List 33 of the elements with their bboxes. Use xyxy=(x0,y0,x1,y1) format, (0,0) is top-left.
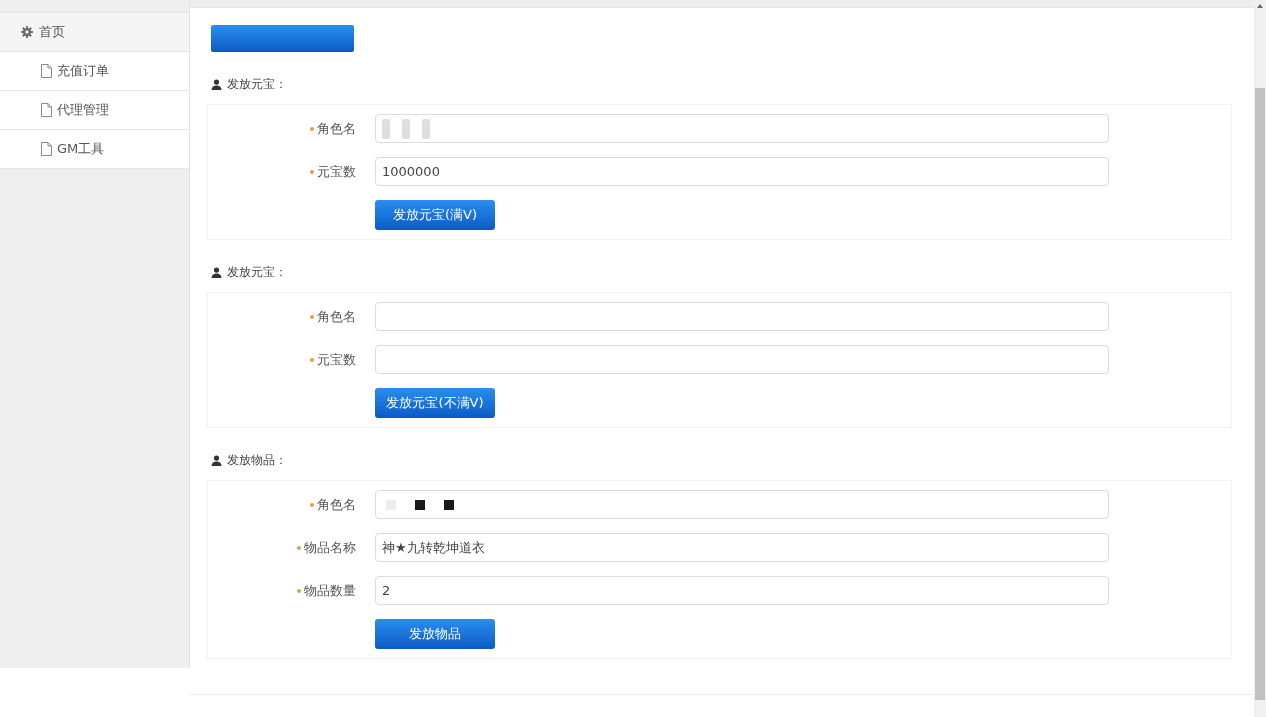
text-field[interactable] xyxy=(375,345,1109,374)
file-icon xyxy=(41,142,52,156)
file-icon xyxy=(41,103,52,117)
sidebar-item[interactable]: 代理管理 xyxy=(0,91,189,130)
sidebar-item[interactable]: GM工具 xyxy=(0,130,189,169)
field-label: 元宝数 xyxy=(317,162,356,181)
section-title: 发放物品： xyxy=(227,451,287,469)
text-field[interactable]: 2 xyxy=(375,576,1109,605)
text-field[interactable]: 1000000 xyxy=(375,157,1109,186)
scrollbar[interactable] xyxy=(1254,0,1266,717)
field-label: 元宝数 xyxy=(317,350,356,369)
text-field[interactable] xyxy=(375,114,1109,143)
sidebar-item[interactable]: 充值订单 xyxy=(0,52,189,91)
submit-button[interactable]: 发放元宝(不满V) xyxy=(375,388,495,418)
field-label: 角色名 xyxy=(317,119,356,138)
submit-button[interactable]: 发放物品 xyxy=(375,619,495,649)
blurred-value-patch xyxy=(382,117,430,140)
user-icon xyxy=(211,454,222,466)
section-title: 发放元宝： xyxy=(227,263,287,281)
section-title: 发放元宝： xyxy=(227,75,287,93)
text-field[interactable] xyxy=(375,490,1109,519)
file-icon xyxy=(41,64,52,78)
user-icon xyxy=(211,266,222,278)
text-field[interactable] xyxy=(375,302,1109,331)
text-field[interactable]: 神★九转乾坤道衣 xyxy=(375,533,1109,562)
field-label: 物品数量 xyxy=(304,581,356,600)
field-label: 角色名 xyxy=(317,307,356,326)
action-button[interactable] xyxy=(211,25,354,52)
field-label: 物品名称 xyxy=(304,538,356,557)
submit-button[interactable]: 发放元宝(满V) xyxy=(375,200,495,230)
user-icon xyxy=(211,78,222,90)
gear-icon xyxy=(21,26,33,38)
field-label: 角色名 xyxy=(317,495,356,514)
